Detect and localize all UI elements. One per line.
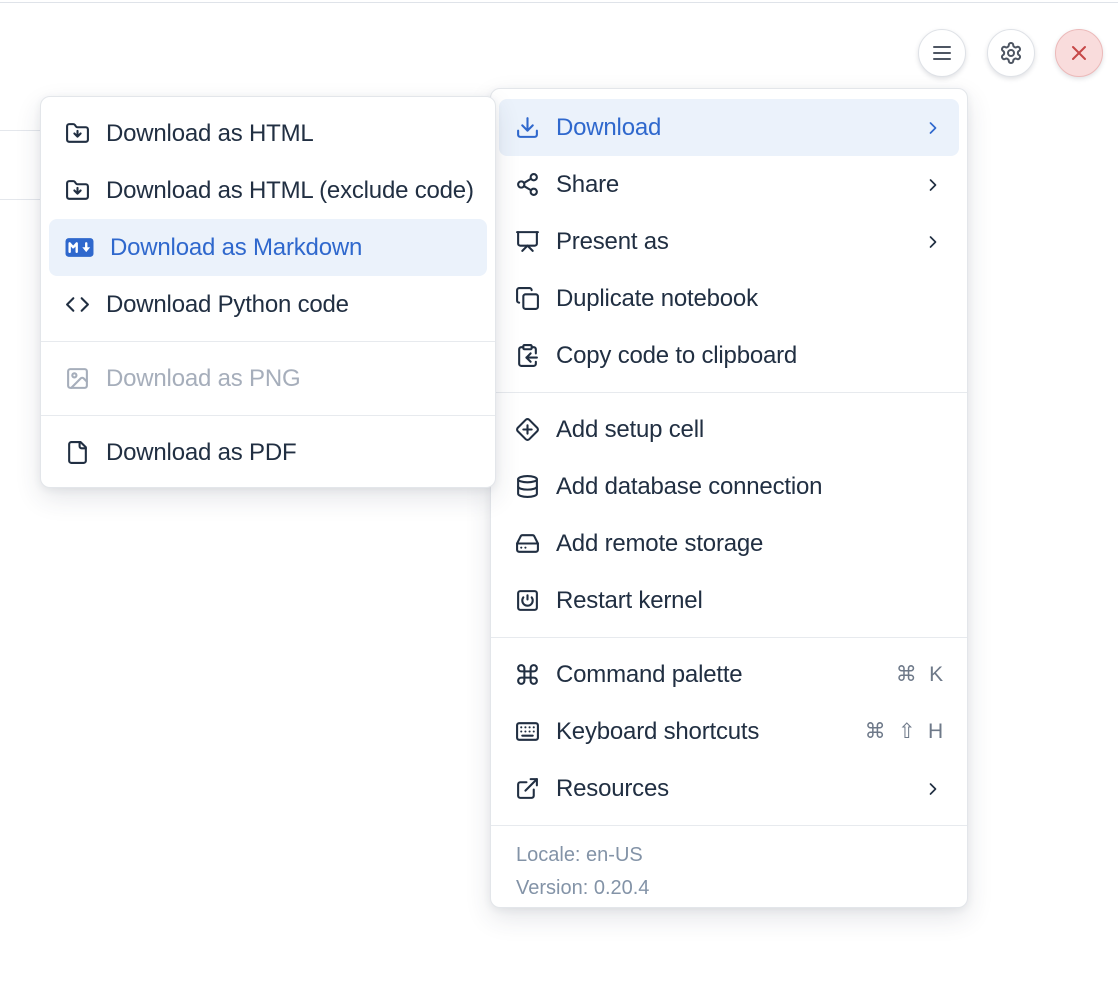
menu-item-label: Present as	[556, 228, 907, 256]
notebook-context-menu: Download Share Present as Duplicate noteboo…	[490, 88, 968, 908]
menu-item-download-as-html[interactable]: Download as HTML	[49, 105, 487, 162]
diamond-plus-icon	[515, 417, 540, 442]
menu-item-label: Add setup cell	[556, 416, 943, 444]
menu-item-duplicate-notebook[interactable]: Duplicate notebook	[499, 270, 959, 327]
shutdown-button[interactable]	[1055, 29, 1103, 77]
menu-item-download[interactable]: Download	[499, 99, 959, 156]
menu-separator	[41, 341, 495, 342]
menu-item-add-setup-cell[interactable]: Add setup cell	[499, 401, 959, 458]
menu-separator	[491, 392, 967, 393]
menu-item-keyboard-shortcuts[interactable]: Keyboard shortcuts ⌘ ⇧ H	[499, 703, 959, 760]
chevron-right-icon	[923, 779, 943, 799]
download-submenu-items: Download as HTML Download as HTML (exclud…	[41, 105, 495, 481]
menu-item-download-python-code[interactable]: Download Python code	[49, 276, 487, 333]
download-icon	[515, 115, 540, 140]
menu-item-add-remote-storage[interactable]: Add remote storage	[499, 515, 959, 572]
version-label: Version: 0.20.4	[491, 872, 967, 905]
folder-down-icon	[65, 121, 90, 146]
hamburger-menu-icon	[930, 41, 954, 65]
menu-item-label: Add database connection	[556, 473, 943, 501]
gear-icon	[999, 41, 1023, 65]
image-icon	[65, 366, 90, 391]
menu-item-present-as[interactable]: Present as	[499, 213, 959, 270]
locale-label: Locale: en-US	[491, 839, 967, 872]
presentation-icon	[515, 229, 540, 254]
settings-button[interactable]	[987, 29, 1035, 77]
menu-item-label: Copy code to clipboard	[556, 342, 943, 370]
folder-down-icon	[65, 178, 90, 203]
menu-item-resources[interactable]: Resources	[499, 760, 959, 817]
page-top-divider	[0, 2, 1118, 3]
download-submenu: Download as HTML Download as HTML (exclud…	[40, 96, 496, 488]
menu-item-download-as-markdown[interactable]: Download as Markdown	[49, 219, 487, 276]
background-divider	[0, 199, 42, 200]
clipboard-copy-icon	[515, 343, 540, 368]
menu-item-copy-code-to-clipboard[interactable]: Copy code to clipboard	[499, 327, 959, 384]
menu-item-label: Download as HTML	[106, 120, 471, 148]
menu-item-add-database-connection[interactable]: Add database connection	[499, 458, 959, 515]
keyboard-shortcut-hint: ⌘ ⇧ H	[865, 719, 943, 744]
keyboard-icon	[515, 719, 540, 744]
menu-separator	[491, 637, 967, 638]
menu-item-label: Download	[556, 114, 907, 142]
menu-item-label: Restart kernel	[556, 587, 943, 615]
database-icon	[515, 474, 540, 499]
hard-drive-icon	[515, 531, 540, 556]
notebook-menu-button[interactable]	[918, 29, 966, 77]
chevron-right-icon	[923, 175, 943, 195]
chevron-right-icon	[923, 232, 943, 252]
chevron-right-icon	[923, 118, 943, 138]
menu-item-label: Download Python code	[106, 291, 471, 319]
menu-item-download-as-html-exclude-code[interactable]: Download as HTML (exclude code)	[49, 162, 487, 219]
menu-item-label: Download as Markdown	[110, 234, 471, 262]
menu-separator	[491, 825, 967, 826]
file-icon	[65, 440, 90, 465]
code-icon	[65, 292, 90, 317]
power-icon	[515, 588, 540, 613]
menu-item-label: Add remote storage	[556, 530, 943, 558]
menu-item-share[interactable]: Share	[499, 156, 959, 213]
menu-item-label: Download as PNG	[106, 365, 471, 393]
menu-footer: Locale: en-US Version: 0.20.4	[491, 834, 967, 914]
menu-item-label: Download as PDF	[106, 439, 471, 467]
markdown-icon	[65, 235, 94, 260]
menu-item-label: Duplicate notebook	[556, 285, 943, 313]
menu-separator	[41, 415, 495, 416]
external-link-icon	[515, 776, 540, 801]
share-icon	[515, 172, 540, 197]
menu-item-restart-kernel[interactable]: Restart kernel	[499, 572, 959, 629]
menu-item-label: Download as HTML (exclude code)	[106, 177, 474, 205]
background-divider	[0, 130, 42, 131]
menu-item-label: Keyboard shortcuts	[556, 718, 849, 746]
close-icon	[1067, 41, 1091, 65]
menu-item-label: Command palette	[556, 661, 880, 689]
duplicate-icon	[515, 286, 540, 311]
main-menu-items: Download Share Present as Duplicate noteboo…	[491, 99, 967, 834]
menu-item-label: Resources	[556, 775, 907, 803]
menu-item-command-palette[interactable]: Command palette ⌘ K	[499, 646, 959, 703]
menu-item-download-as-pdf[interactable]: Download as PDF	[49, 424, 487, 481]
keyboard-shortcut-hint: ⌘ K	[896, 662, 943, 687]
command-icon	[515, 662, 540, 687]
menu-item-label: Share	[556, 171, 907, 199]
menu-item-download-as-png: Download as PNG	[49, 350, 487, 407]
